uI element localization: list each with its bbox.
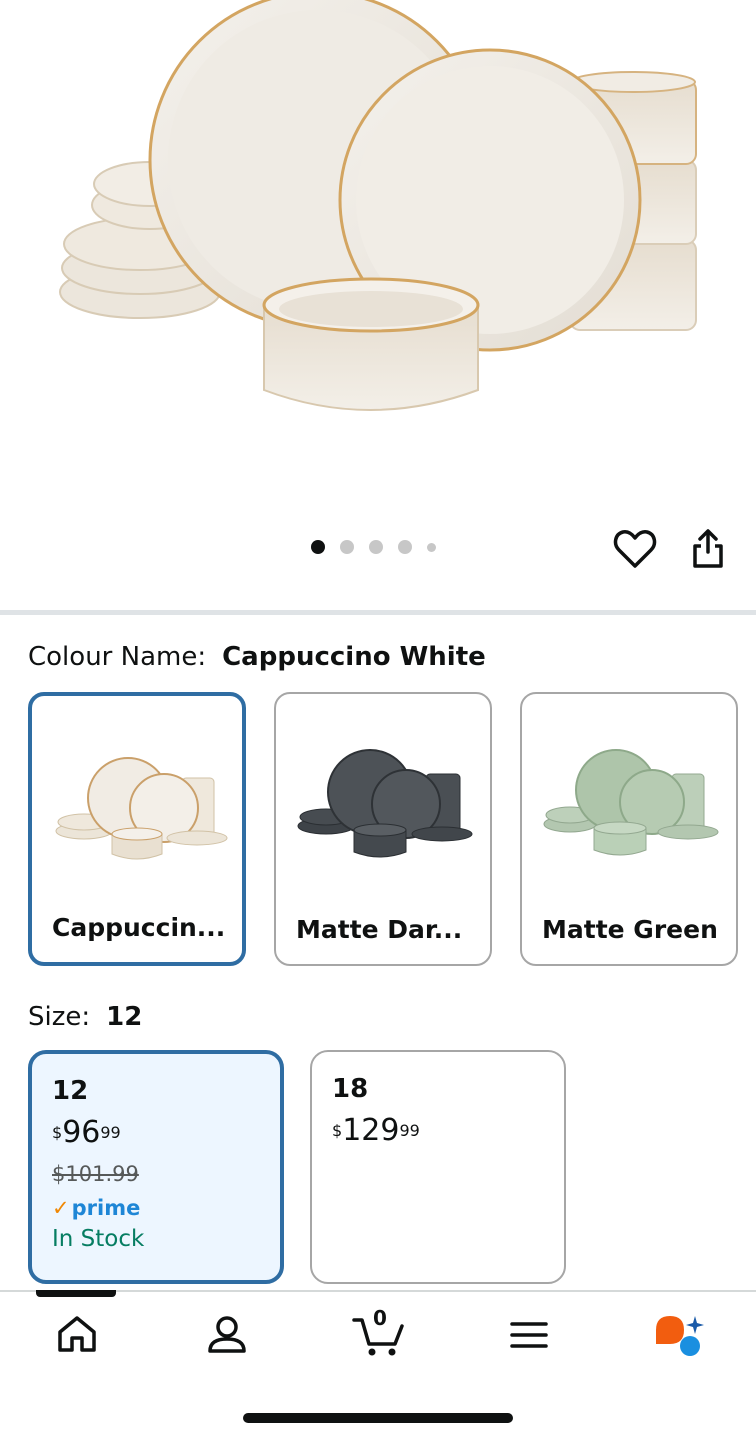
prime-badge: ✓ prime [52, 1196, 260, 1220]
menu-icon[interactable] [504, 1310, 554, 1360]
size-option-value: 18 [332, 1074, 369, 1104]
size-label: Size: 12 [28, 1002, 142, 1032]
product-image[interactable] [0, 0, 756, 500]
size-option-12[interactable]: 12 $9699 $101.99 ✓ prime In Stock [28, 1050, 284, 1284]
size-option-value: 12 [52, 1076, 89, 1106]
carousel-dots[interactable] [311, 540, 436, 554]
dinnerware-photo [59, 0, 697, 411]
heart-outline-icon[interactable] [612, 526, 658, 572]
colour-name-label: Colour Name: Cappuccino White [28, 642, 486, 672]
section-divider [0, 610, 756, 615]
account-icon[interactable] [202, 1310, 252, 1360]
carousel-dot-active[interactable] [311, 540, 325, 554]
cappuccino-thumbnail [55, 757, 228, 860]
colour-label-text: Colour Name: [28, 642, 207, 672]
colour-option-label: Matte Green [542, 915, 718, 944]
price-whole: 96 [62, 1115, 101, 1150]
carousel-dot[interactable] [398, 540, 412, 554]
front-bowl [262, 277, 480, 411]
carousel-dot[interactable] [340, 540, 354, 554]
price-cents: 99 [100, 1123, 121, 1142]
colour-option-label: Cappuccin... [52, 913, 226, 942]
size-selected-value: 12 [106, 1002, 143, 1032]
colour-option-matte-green[interactable]: Matte Green [520, 692, 738, 966]
colour-option-matte-dark[interactable]: Matte Dar... [274, 692, 492, 966]
prime-check-icon: ✓ [52, 1196, 70, 1220]
colour-selected-value: Cappuccino White [222, 642, 486, 672]
size-option-price: $9699 [52, 1118, 260, 1148]
price-currency: $ [52, 1123, 63, 1142]
size-option-price: $12999 [332, 1116, 544, 1146]
size-option-18[interactable]: 18 $12999 [310, 1050, 566, 1284]
price-cents: 99 [399, 1121, 420, 1140]
colour-option-cappuccino[interactable]: Cappuccin... [28, 692, 246, 966]
matte-dark-thumbnail [297, 749, 473, 858]
prime-label: prime [71, 1196, 141, 1220]
old-price: $101.99 [52, 1162, 139, 1186]
colour-option-label: Matte Dar... [296, 915, 463, 944]
rufus-ai-icon[interactable] [652, 1310, 704, 1360]
matte-green-thumbnail [543, 749, 719, 856]
share-icon[interactable] [688, 526, 728, 572]
stock-status: In Stock [52, 1226, 145, 1252]
carousel-dot[interactable] [427, 542, 436, 552]
cart-count-badge: 0 [373, 1306, 387, 1330]
nav-active-indicator [36, 1290, 116, 1297]
price-currency: $ [332, 1121, 343, 1140]
home-icon[interactable] [52, 1310, 102, 1360]
carousel-dot[interactable] [369, 540, 383, 554]
size-label-text: Size: [28, 1002, 91, 1032]
price-whole: 129 [342, 1113, 400, 1148]
home-indicator-bar [243, 1413, 513, 1423]
